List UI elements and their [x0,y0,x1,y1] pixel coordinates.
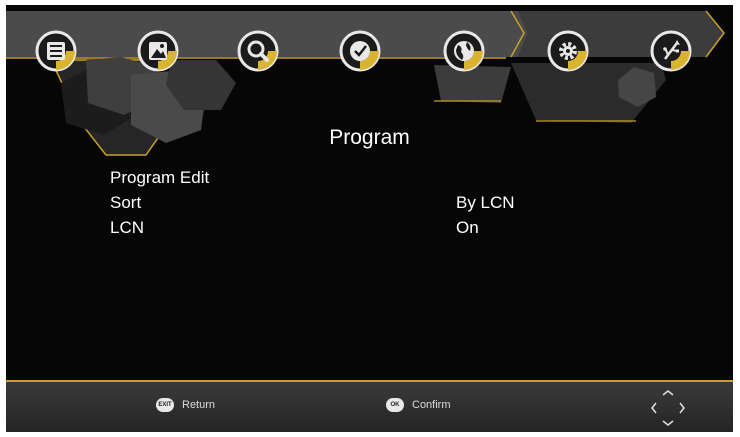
menu-item-lcn[interactable]: LCN [110,218,144,238]
exit-key-icon: EXIT [156,398,174,412]
search-icon[interactable] [236,29,280,73]
globe-icon[interactable] [442,29,486,73]
usb-icon[interactable] [649,29,693,73]
page-title: Program [329,126,410,149]
navigation-arrows-icon [650,389,686,427]
confirm-label: Confirm [412,399,451,411]
sort-value[interactable]: By LCN [456,193,515,213]
return-hint[interactable]: EXIT Return [156,398,215,412]
picture-icon[interactable] [136,29,180,73]
menu-item-sort[interactable]: Sort [110,193,141,213]
lcn-value[interactable]: On [456,218,479,238]
menu-item-program-edit[interactable]: Program Edit [110,168,209,188]
footer-bar: EXIT Return OK Confirm [6,380,733,432]
program-list-icon[interactable] [34,29,78,73]
confirm-hint[interactable]: OK Confirm [386,398,451,412]
return-label: Return [182,399,216,411]
ok-key-icon: OK [386,398,404,412]
gear-icon[interactable] [546,29,590,73]
tv-menu-screen: Program Program Edit Sort By LCN LCN On … [6,5,733,432]
clock-icon[interactable] [338,29,382,73]
